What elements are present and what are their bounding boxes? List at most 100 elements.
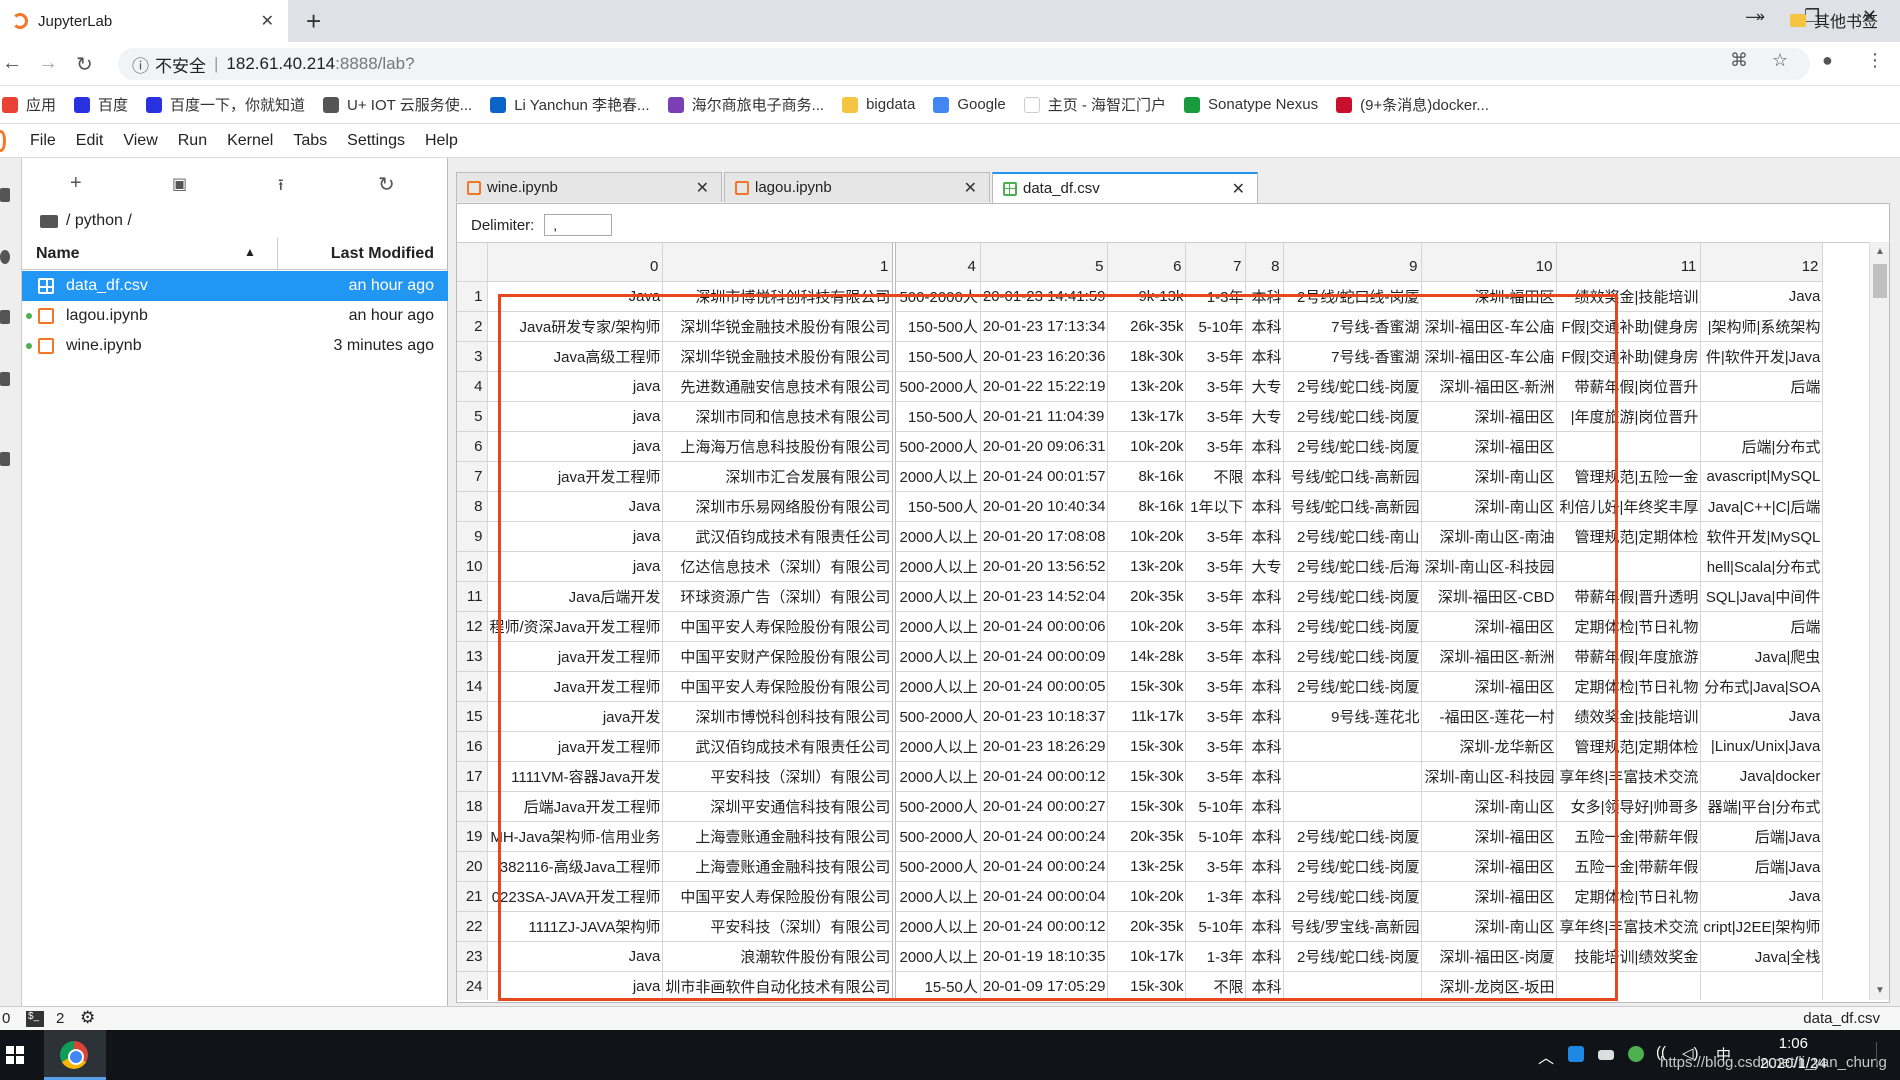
grid-cell[interactable]: 10k-20k [1107,521,1187,552]
grid-cell[interactable]: java开发工程师 [487,461,664,492]
grid-cell[interactable]: 500-2000人 [894,281,981,312]
grid-cell[interactable]: 20-01-20 10:40:34 [980,491,1109,522]
windows-start-icon[interactable] [6,1046,24,1064]
other-bookmarks[interactable]: 其他书签 [1790,8,1878,32]
grid-cell[interactable]: 深圳-南山区 [1421,461,1558,492]
upload-icon[interactable]: ⭱ [278,174,284,201]
grid-cell[interactable]: 20-01-19 18:10:35 [980,941,1109,972]
grid-cell[interactable] [1283,971,1423,1000]
grid-cell[interactable]: java [487,551,664,582]
grid-cell[interactable]: 3-5年 [1185,341,1247,372]
grid-cell[interactable]: 深圳华锐金融技术股份有限公司 [662,341,897,372]
row-header[interactable]: 7 [457,461,488,492]
grid-cell[interactable]: 1111VM-容器Java开发 [487,761,664,792]
row-header[interactable]: 3 [457,341,488,372]
grid-cell[interactable]: 本科 [1245,671,1285,702]
translate-icon[interactable]: ⌘ [1730,50,1748,71]
row-header[interactable]: 9 [457,521,488,552]
grid-cell[interactable]: 0223SA-JAVA开发工程师 [487,881,664,912]
grid-cell[interactable]: 13k-17k [1107,401,1187,432]
grid-cell[interactable]: 15k-30k [1107,731,1187,762]
bookmark-item[interactable]: 主页 - 海智汇门户 [1023,94,1166,115]
grid-cell[interactable]: 深圳-福田区 [1421,611,1558,642]
grid-cell[interactable]: 本科 [1245,431,1285,462]
column-header[interactable]: 9 [1283,243,1423,282]
grid-cell[interactable]: Java [487,941,664,972]
grid-cell[interactable]: 10k-20k [1107,611,1187,642]
grid-cell[interactable]: hell|Scala|分布式 [1700,551,1824,582]
row-header[interactable]: 21 [457,881,488,912]
grid-cell[interactable]: 20k-35k [1107,581,1187,612]
grid-cell[interactable]: Java [487,281,664,312]
grid-cell[interactable]: 深圳-福田区 [1421,671,1558,702]
grid-cell[interactable]: 2号线/蛇口线-岗厦 [1283,431,1423,462]
grid-cell[interactable]: 深圳市同和信息技术有限公司 [662,401,897,432]
grid-cell[interactable]: 分布式|Java|SOA [1700,671,1824,702]
grid-cell[interactable]: 绩效奖金|技能培训 [1556,281,1702,312]
grid-cell[interactable]: 大专 [1245,401,1285,432]
grid-cell[interactable]: 本科 [1245,491,1285,522]
grid-cell[interactable]: 7号线-香蜜湖 [1283,311,1423,342]
grid-cell[interactable]: 20-01-24 00:00:24 [980,851,1109,882]
close-tab-icon[interactable]: ✕ [1232,179,1245,199]
grid-cell[interactable]: 150-500人 [894,401,981,432]
bookmark-item[interactable]: 百度 [74,94,128,115]
bookmark-item[interactable]: 应用 [2,94,56,115]
grid-cell[interactable]: cript|J2EE|架构师 [1700,911,1824,942]
grid-cell[interactable]: 本科 [1245,581,1285,612]
row-header[interactable]: 22 [457,911,488,942]
grid-cell[interactable] [1283,761,1423,792]
grid-cell[interactable]: 深圳-福田区 [1421,281,1558,312]
grid-cell[interactable]: 20-01-24 00:00:12 [980,911,1109,942]
grid-cell[interactable]: 深圳-福田区 [1421,851,1558,882]
grid-cell[interactable]: 管理规范|定期体检 [1556,731,1702,762]
file-item[interactable]: lagou.ipynb an hour ago [22,301,448,331]
grid-cell[interactable]: 5-10年 [1185,791,1247,822]
column-header[interactable]: 6 [1107,243,1187,282]
menu-edit[interactable]: Edit [76,132,104,150]
grid-cell[interactable]: 15k-30k [1107,791,1187,822]
grid-cell[interactable]: java [487,431,664,462]
grid-cell[interactable]: 3-5年 [1185,581,1247,612]
document-tab[interactable]: wine.ipynb ✕ [456,172,722,202]
grid-cell[interactable]: 中国平安人寿保险股份有限公司 [662,611,897,642]
grid-cell[interactable]: 1-3年 [1185,941,1247,972]
grid-cell[interactable]: 2000人以上 [894,581,981,612]
grid-cell[interactable]: 享年终|丰富技术交流 [1556,911,1702,942]
grid-cell[interactable]: 2000人以上 [894,611,981,642]
grid-cell[interactable]: 深圳-南山区-科技园 [1421,761,1558,792]
grid-cell[interactable]: Java|爬虫 [1700,641,1824,672]
grid-cell[interactable]: F假|交通补助|健身房 [1556,311,1702,342]
column-header[interactable]: 12 [1700,243,1824,282]
grid-cell[interactable]: 10k-17k [1107,941,1187,972]
row-header[interactable]: 14 [457,671,488,702]
grid-cell[interactable]: 20-01-24 00:00:05 [980,671,1109,702]
grid-cell[interactable]: 20-01-20 17:08:08 [980,521,1109,552]
grid-cell[interactable]: 五险一金|带薪年假 [1556,851,1702,882]
grid-cell[interactable]: 5-10年 [1185,821,1247,852]
grid-cell[interactable]: 26k-35k [1107,311,1187,342]
grid-cell[interactable] [1556,551,1702,582]
column-header[interactable]: 0 [487,243,664,282]
bookmark-item[interactable]: U+ IOT 云服务使... [323,94,472,115]
grid-cell[interactable]: 2000人以上 [894,881,981,912]
breadcrumb[interactable]: / python / [40,212,132,230]
grid-cell[interactable]: 20-01-24 00:00:24 [980,821,1109,852]
grid-cell[interactable]: 500-2000人 [894,791,981,822]
grid-cell[interactable]: F假|交通补助|健身房 [1556,341,1702,372]
menu-run[interactable]: Run [178,132,207,150]
grid-cell[interactable]: 本科 [1245,911,1285,942]
grid-cell[interactable]: 20-01-24 00:00:12 [980,761,1109,792]
column-last-modified[interactable]: Last Modified [331,245,434,263]
grid-cell[interactable]: java [487,971,664,1000]
info-icon[interactable]: ⓘ [132,52,149,77]
grid-cell[interactable]: 2000人以上 [894,731,981,762]
grid-cell[interactable]: 中国平安财产保险股份有限公司 [662,641,897,672]
forward-icon[interactable]: → [38,52,58,75]
chrome-taskbar-button[interactable] [44,1030,106,1080]
grid-cell[interactable]: 深圳-福田区 [1421,881,1558,912]
grid-cell[interactable]: Java|docker [1700,761,1824,792]
browser-menu-icon[interactable]: ⋮ [1866,50,1884,71]
grid-cell[interactable]: 20-01-23 14:52:04 [980,581,1109,612]
grid-cell[interactable]: 5-10年 [1185,911,1247,942]
